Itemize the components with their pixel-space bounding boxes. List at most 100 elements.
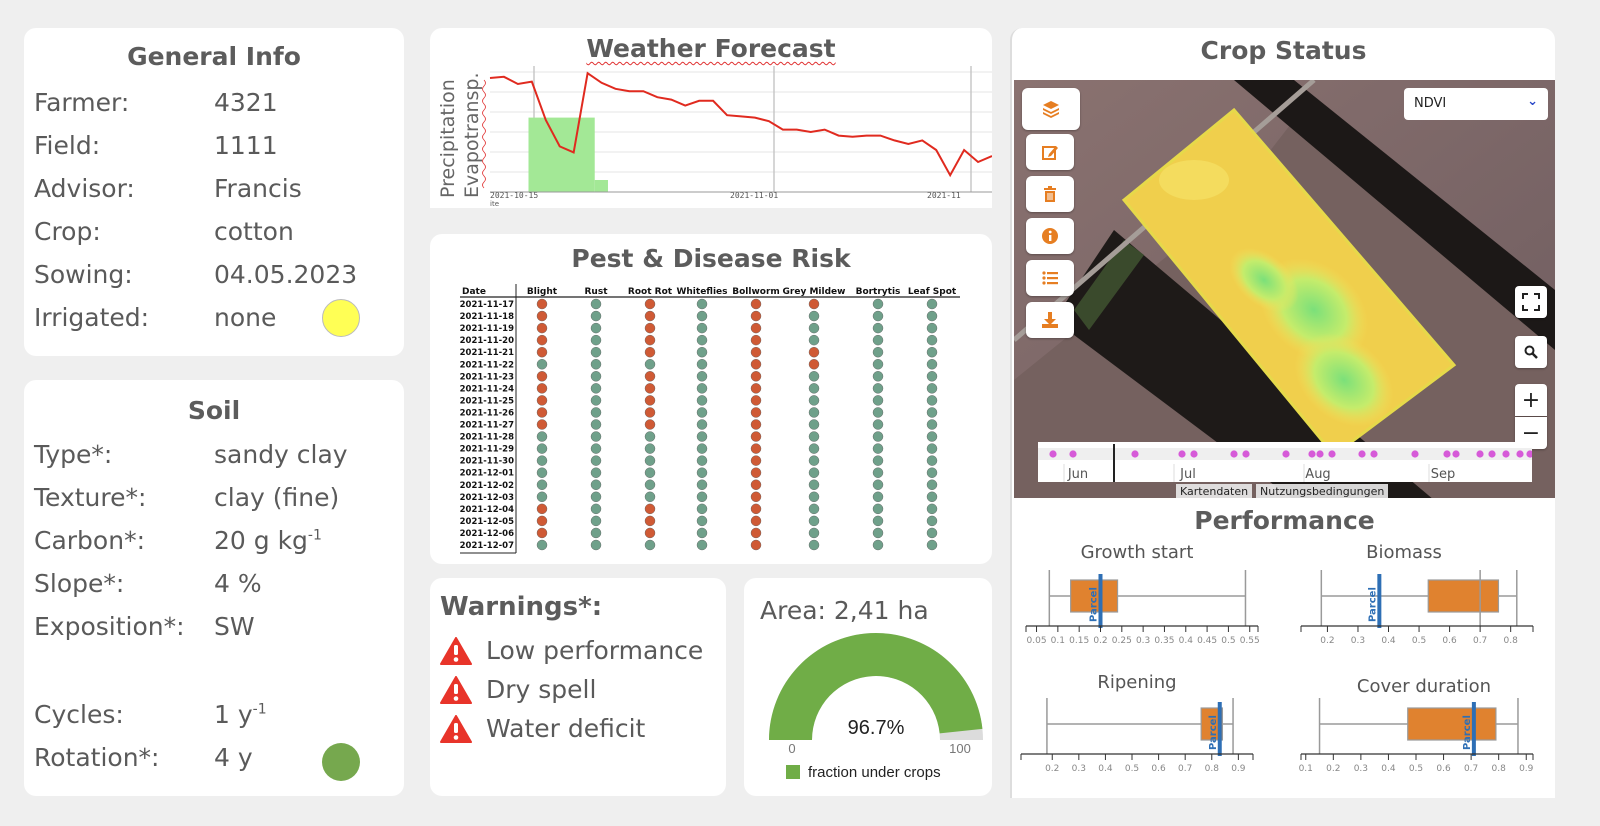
soil-value: sandy clay (214, 440, 348, 469)
soil-row: Exposition*: SW (24, 612, 404, 646)
legend-swatch (786, 765, 800, 779)
low-risk-dot (590, 322, 602, 334)
gauge-min-label: 0 (788, 741, 795, 756)
x-tick-label: 0.7 (1178, 764, 1192, 774)
low-risk-dot (808, 503, 820, 515)
soil-label: Rotation*: (34, 743, 160, 772)
image-date-dot (1476, 450, 1484, 458)
date-cell: 2021-12-04 (460, 505, 514, 515)
soil-label: Type*: (34, 440, 113, 469)
x-tick-label: 2021-10-15 (490, 191, 538, 200)
low-risk-dot (808, 491, 820, 502)
low-risk-dot (926, 346, 938, 358)
date-cell: 2021-11-22 (460, 360, 514, 370)
map-data-link[interactable]: Kartendaten (1176, 484, 1253, 498)
info-row: Advisor: Francis (24, 174, 404, 208)
info-value: 4321 (214, 88, 278, 117)
soil-value-text: 4 y (214, 743, 253, 772)
low-risk-dot (926, 431, 938, 442)
warning-item: Water deficit (440, 714, 645, 743)
low-risk-dot (696, 455, 708, 466)
high-risk-dot (536, 407, 548, 418)
date-cell: 2021-12-02 (460, 481, 514, 491)
x-tick-label: 0.7 (1464, 764, 1478, 774)
column-header: Bollworm (732, 287, 780, 297)
low-risk-dot (590, 346, 602, 358)
low-risk-dot (696, 539, 708, 551)
high-risk-dot (750, 491, 762, 502)
low-risk-dot (696, 395, 708, 406)
fullscreen-button[interactable] (1515, 286, 1547, 318)
ndvi-map[interactable]: NDVI ⌄ + − Jun Jul Aug Sep Kartendaten Nutz… (1014, 80, 1555, 498)
weather-forecast-card: Weather Forecast 2021-10-15 2021-11-01 202… (430, 28, 992, 208)
soil-value: SW (214, 612, 255, 641)
low-risk-dot (590, 539, 602, 551)
edit-button[interactable] (1026, 134, 1074, 170)
search-icon (1524, 345, 1538, 359)
soil-title: Soil (187, 396, 241, 425)
low-risk-dot (590, 395, 602, 406)
low-risk-dot (926, 310, 938, 322)
x-tick-label: 0.3 (1351, 636, 1365, 646)
low-risk-dot (926, 383, 938, 394)
x-tick-label: 0.2 (1326, 764, 1340, 774)
warnings-card: Warnings*: Low performance Dry spell Water… (430, 578, 726, 796)
low-risk-dot (926, 298, 938, 310)
column-header: Leaf Spot (908, 287, 957, 297)
low-risk-dot (590, 359, 602, 370)
low-risk-dot (696, 443, 708, 454)
high-risk-dot (644, 322, 656, 334)
info-button[interactable] (1026, 218, 1074, 254)
x-tick-label: 0.2 (1045, 764, 1059, 774)
soil-card: Soil Type*: sandy clay Texture*: clay (fine… (24, 380, 404, 796)
low-risk-dot (926, 407, 938, 418)
low-risk-dot (644, 479, 656, 490)
date-cell: 2021-11-25 (460, 396, 514, 406)
x-tick-label: 0.1 (1299, 764, 1313, 774)
low-risk-dot (926, 455, 938, 466)
low-risk-dot (872, 431, 884, 442)
high-risk-dot (644, 407, 656, 418)
x-tick-label: 0.55 (1240, 636, 1260, 646)
low-risk-dot (808, 515, 820, 527)
x-tick-label: 0.3 (1354, 764, 1368, 774)
high-risk-dot (644, 395, 656, 406)
high-risk-dot (750, 539, 762, 551)
low-risk-dot (808, 310, 820, 322)
list-button[interactable] (1026, 260, 1074, 296)
low-risk-dot (926, 322, 938, 334)
high-risk-dot (750, 443, 762, 454)
y-axis-label-precipitation: Precipitation (437, 79, 459, 198)
trash-icon (1044, 186, 1056, 202)
image-date-timeline[interactable]: Jun Jul Aug Sep (1038, 442, 1532, 482)
low-risk-dot (644, 359, 656, 370)
area-card: 96.7% 0 100 fraction under crops Area: 2,41… (744, 578, 992, 796)
layers-button[interactable] (1022, 88, 1080, 130)
performance-boxplot: Parcel 0.2 0.3 0.4 0.5 0.6 0.7 0.8 (1300, 570, 1534, 646)
low-risk-dot (926, 371, 938, 382)
x-tick-label: 0.8 (1205, 764, 1220, 774)
delete-button[interactable] (1026, 176, 1074, 212)
column-header: Rust (585, 287, 609, 297)
x-tick-label: 0.5 (1221, 636, 1235, 646)
terms-of-use-link[interactable]: Nutzungsbedingungen (1256, 484, 1389, 498)
column-header: Whiteflies (676, 287, 727, 297)
low-risk-dot (872, 334, 884, 346)
search-button[interactable] (1515, 336, 1547, 368)
low-risk-dot (590, 527, 602, 539)
high-risk-dot (644, 371, 656, 382)
low-risk-dot (808, 407, 820, 418)
download-button[interactable] (1026, 302, 1074, 338)
low-risk-dot (590, 334, 602, 346)
low-risk-dot (590, 503, 602, 515)
warning-icon (440, 636, 472, 665)
x-tick-label: 0.9 (1519, 764, 1534, 774)
low-risk-dot (696, 310, 708, 322)
layer-select[interactable]: NDVI ⌄ (1404, 88, 1548, 120)
low-risk-dot (590, 515, 602, 527)
low-risk-dot (696, 359, 708, 370)
zoom-in-button[interactable]: + (1515, 384, 1547, 416)
soil-label: Texture*: (34, 483, 147, 512)
timeline-month-label: Jul (1179, 467, 1196, 482)
low-risk-dot (644, 443, 656, 454)
